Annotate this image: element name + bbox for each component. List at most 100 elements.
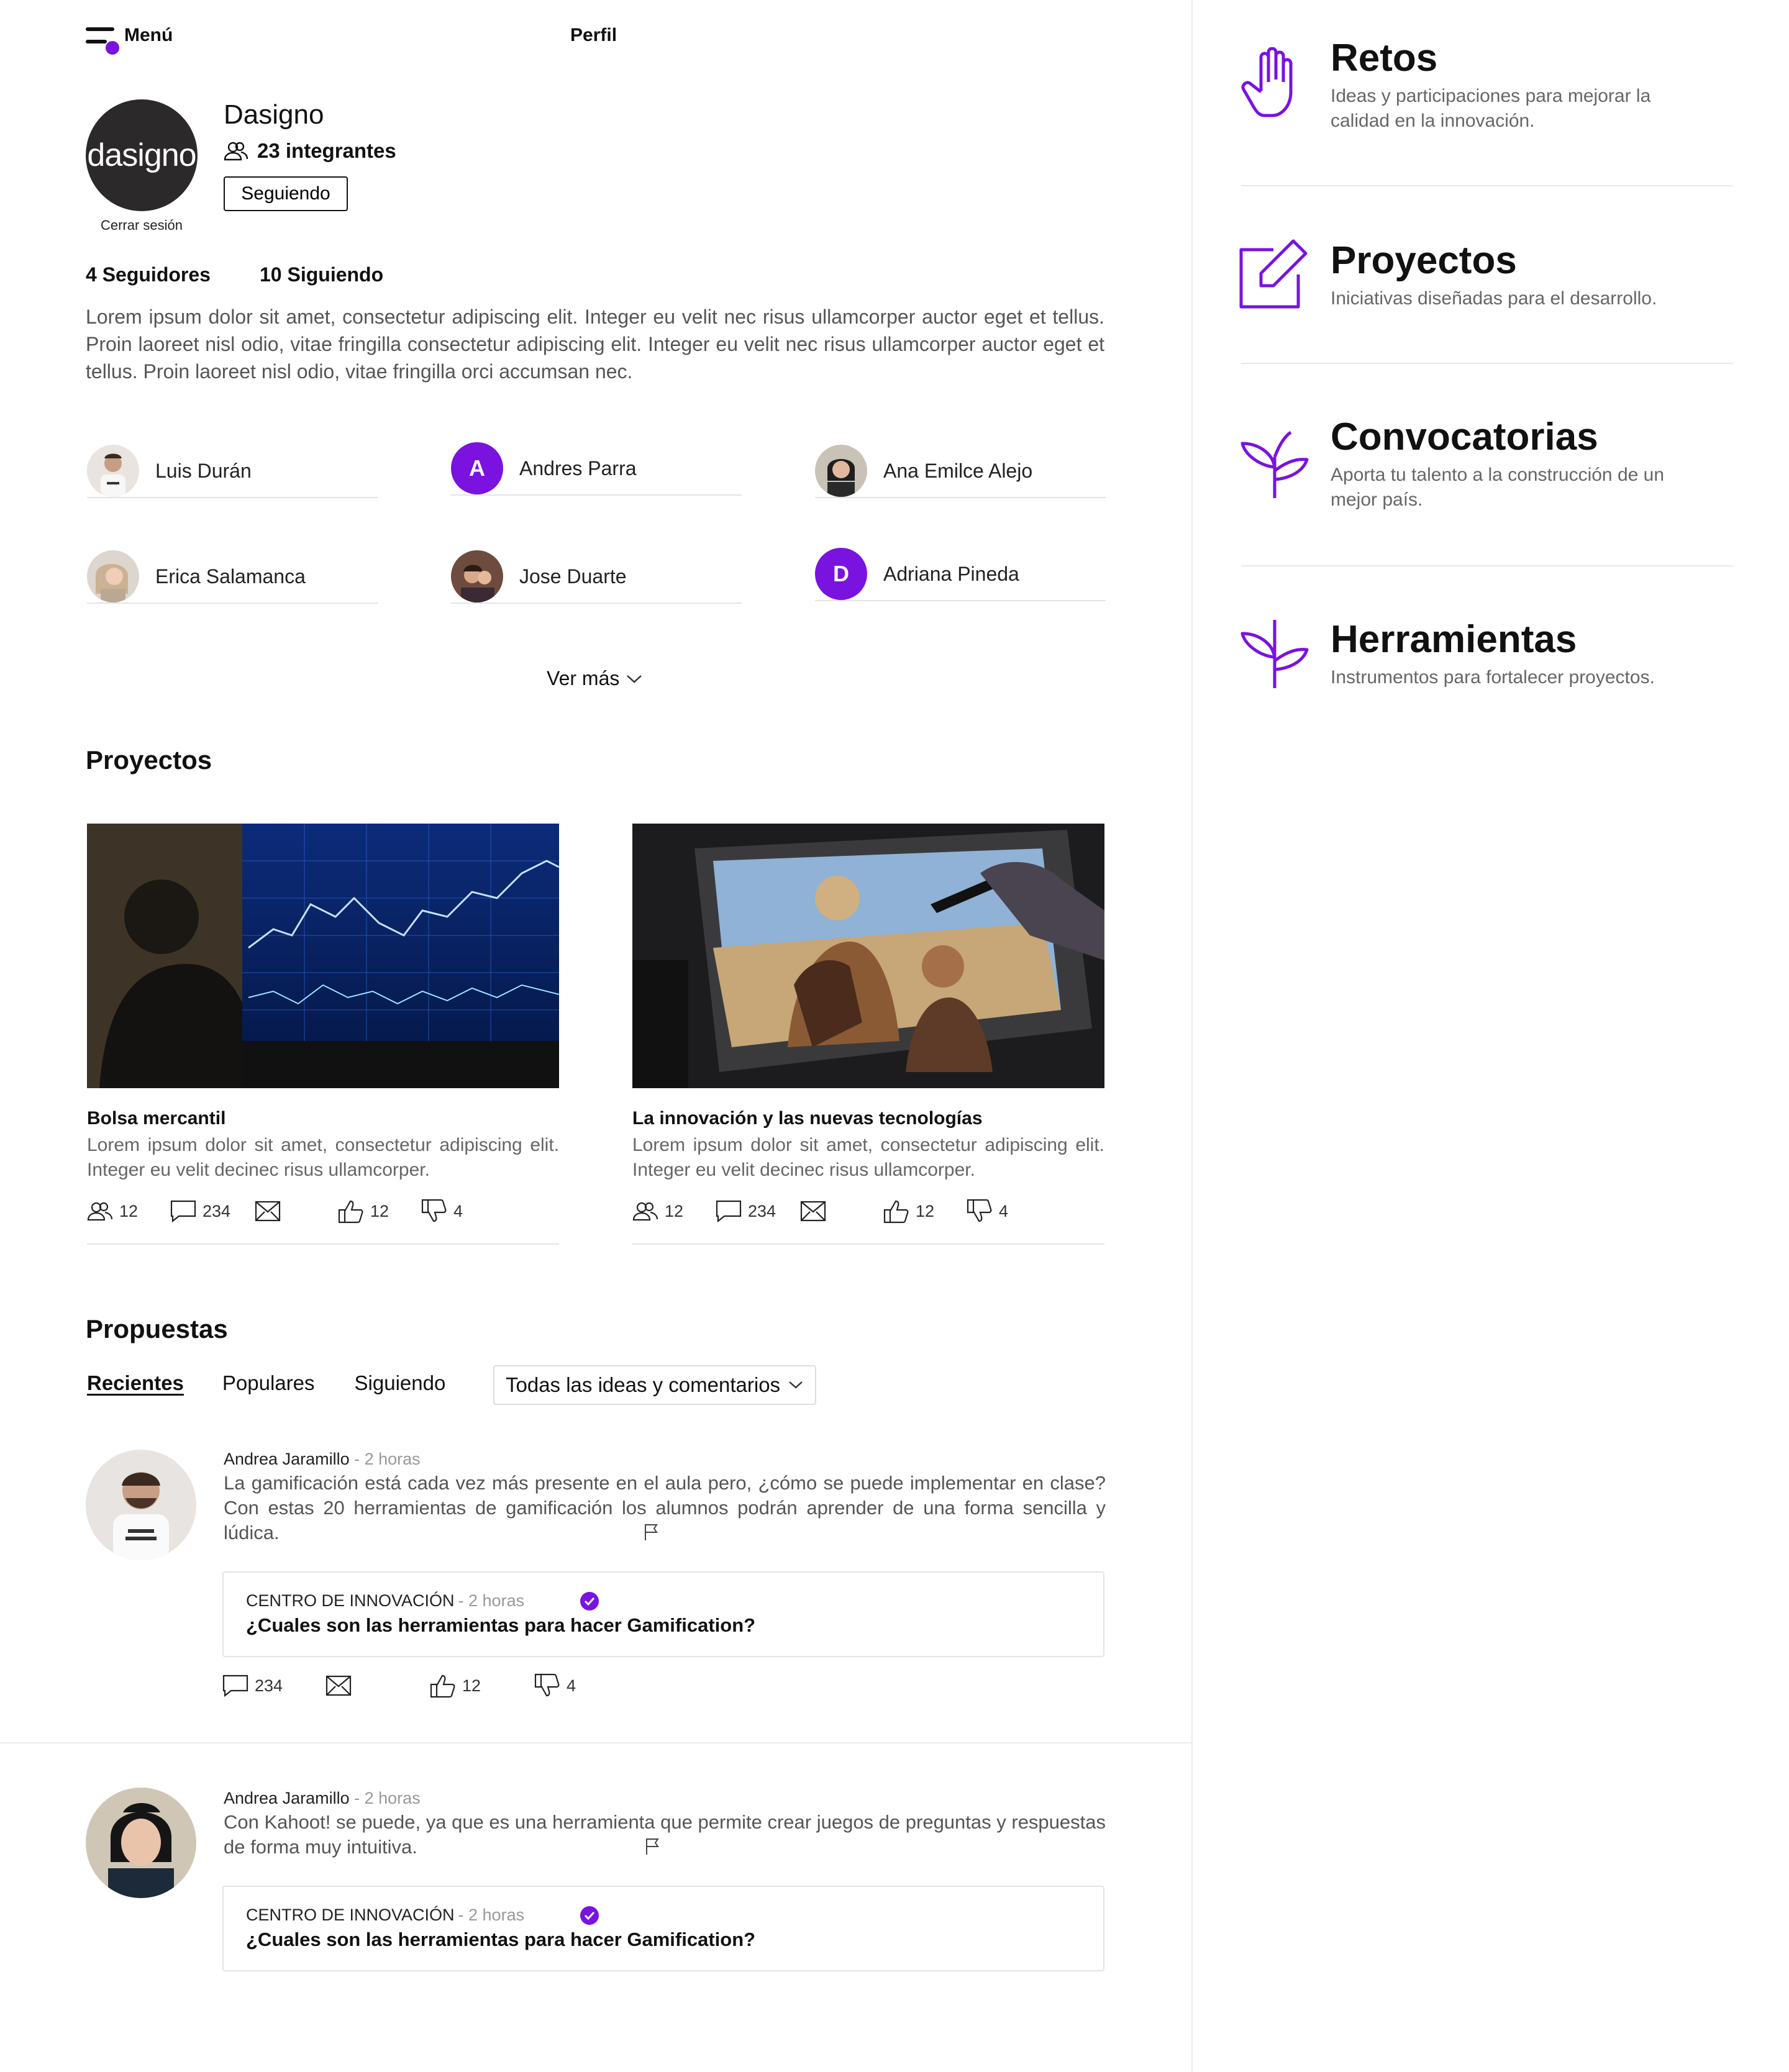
- menu-label[interactable]: Menú: [124, 25, 173, 46]
- thumbs-up-icon: [338, 1200, 363, 1224]
- thumbs-down-icon: [967, 1199, 992, 1222]
- share-button[interactable]: [800, 1201, 883, 1222]
- project-card[interactable]: La innovación y las nuevas tecnologías L…: [632, 824, 1104, 1245]
- column-divider: [1191, 0, 1193, 2072]
- thumbs-up-icon: [430, 1674, 455, 1698]
- dislike-button[interactable]: 4: [967, 1199, 1008, 1224]
- members-icon: [87, 1202, 113, 1221]
- sprout-icon: [1240, 620, 1309, 688]
- member-avatar: [451, 550, 503, 602]
- see-more-button[interactable]: Ver más: [547, 667, 643, 690]
- mail-icon: [255, 1201, 281, 1222]
- author-avatar[interactable]: [86, 1450, 196, 1560]
- member-name: Andres Parra: [519, 457, 637, 479]
- followers-count[interactable]: 4 Seguidores: [86, 263, 211, 286]
- filter-value: Todas las ideas y comentarios: [506, 1373, 781, 1396]
- flag-icon[interactable]: [644, 1523, 660, 1542]
- divider: [0, 1742, 1193, 1743]
- post-time: - 2 horas: [349, 1450, 421, 1468]
- flag-icon[interactable]: [645, 1837, 661, 1856]
- project-text: Lorem ipsum dolor sit amet, consectetur …: [632, 1135, 1104, 1180]
- chevron-down-icon: [627, 675, 642, 683]
- dislike-button[interactable]: 4: [421, 1199, 463, 1224]
- comments-stat[interactable]: 234: [222, 1674, 325, 1697]
- post-meta: Andrea Jaramillo - 2 horas: [224, 1450, 421, 1469]
- comments-stat[interactable]: 234: [716, 1200, 800, 1222]
- comments-count: 234: [203, 1201, 231, 1220]
- members-count: 12: [665, 1201, 684, 1220]
- members-count[interactable]: 23 integrantes: [224, 139, 396, 163]
- member-item[interactable]: Jose Duarte: [451, 550, 742, 604]
- author-avatar[interactable]: [86, 1788, 196, 1898]
- quote-time: - 2 horas: [458, 1906, 525, 1924]
- members-stat[interactable]: 12: [87, 1201, 170, 1221]
- members-icon: [632, 1202, 658, 1221]
- member-avatar: A: [451, 442, 503, 494]
- tab-recientes[interactable]: Recientes: [87, 1371, 184, 1395]
- category-title: Convocatorias: [1331, 416, 1598, 458]
- post-time: - 2 horas: [349, 1789, 421, 1807]
- like-button[interactable]: 12: [338, 1199, 421, 1224]
- member-name: Jose Duarte: [519, 565, 627, 588]
- post-actions: 234 12 4: [222, 1673, 576, 1698]
- quote-author: CENTRO DE INNOVACIÓN: [246, 1591, 455, 1610]
- member-avatar: [87, 445, 139, 497]
- category-retos[interactable]: Retos Ideas y participaciones para mejor…: [1331, 36, 1703, 134]
- tab-siguiendo[interactable]: Siguiendo: [355, 1371, 446, 1395]
- project-image[interactable]: [87, 824, 559, 1088]
- member-avatar: D: [815, 548, 867, 600]
- logout-link[interactable]: Cerrar sesión: [81, 217, 203, 234]
- verified-icon: [580, 1591, 599, 1611]
- thumbs-down-icon: [421, 1199, 447, 1222]
- edit-icon: [1239, 239, 1308, 309]
- category-herramientas[interactable]: Herramientas Instrumentos para fortalece…: [1331, 617, 1703, 690]
- like-button[interactable]: 12: [883, 1199, 967, 1224]
- divider: [1241, 565, 1733, 566]
- members-icon: [224, 142, 248, 161]
- comments-count: 234: [255, 1676, 283, 1695]
- category-convocatorias[interactable]: Convocatorias Aporta tu talento a la con…: [1331, 415, 1703, 512]
- member-avatar: [815, 445, 867, 497]
- member-item[interactable]: Erica Salamanca: [87, 550, 378, 604]
- projects-heading: Proyectos: [86, 745, 212, 775]
- member-name: Ana Emilce Alejo: [883, 459, 1033, 482]
- project-card[interactable]: Bolsa mercantil Lorem ipsum dolor sit am…: [87, 824, 559, 1245]
- org-logo: dasigno: [86, 99, 198, 211]
- post-text: Con Kahoot! se puede, ya que es una herr…: [224, 1811, 1106, 1858]
- category-proyectos[interactable]: Proyectos Iniciativas diseñadas para el …: [1331, 239, 1703, 311]
- menu-icon[interactable]: [86, 27, 119, 55]
- dislike-button[interactable]: 4: [534, 1673, 576, 1698]
- following-count[interactable]: 10 Siguiendo: [260, 263, 383, 286]
- member-item[interactable]: Luis Durán: [87, 445, 378, 498]
- quote-meta: CENTRO DE INNOVACIÓN - 2 horas: [246, 1906, 1081, 1925]
- tab-populares[interactable]: Populares: [222, 1371, 315, 1395]
- quote-title: ¿Cuales son las herramientas para hacer …: [246, 1614, 756, 1636]
- comments-stat[interactable]: 234: [170, 1200, 255, 1222]
- quote-time: - 2 horas: [458, 1591, 525, 1610]
- quoted-question[interactable]: CENTRO DE INNOVACIÓN - 2 horas ¿Cuales s…: [222, 1886, 1104, 1971]
- quoted-question[interactable]: CENTRO DE INNOVACIÓN - 2 horas ¿Cuales s…: [222, 1571, 1104, 1657]
- project-title[interactable]: Bolsa mercantil: [87, 1108, 559, 1129]
- project-image[interactable]: [632, 824, 1104, 1088]
- author-name[interactable]: Andrea Jaramillo: [224, 1789, 350, 1807]
- category-title: Retos: [1331, 37, 1438, 80]
- page-title: Perfil: [570, 25, 617, 45]
- member-item[interactable]: D Adriana Pineda: [815, 548, 1106, 601]
- member-name: Luis Durán: [155, 459, 252, 482]
- project-title[interactable]: La innovación y las nuevas tecnologías: [632, 1108, 1104, 1129]
- follow-button[interactable]: Seguiendo: [224, 176, 348, 211]
- share-button[interactable]: [325, 1675, 430, 1696]
- member-item[interactable]: A Andres Parra: [451, 442, 742, 496]
- member-item[interactable]: Ana Emilce Alejo: [815, 445, 1106, 498]
- filter-select[interactable]: Todas las ideas y comentarios: [493, 1365, 816, 1405]
- org-name: Dasigno: [224, 99, 324, 130]
- sprout-icon: [1240, 430, 1309, 498]
- comments-count: 234: [748, 1201, 776, 1220]
- members-stat[interactable]: 12: [632, 1201, 716, 1221]
- likes-count: 12: [462, 1676, 481, 1695]
- comment-icon: [170, 1200, 196, 1222]
- share-button[interactable]: [255, 1201, 338, 1222]
- like-button[interactable]: 12: [430, 1673, 534, 1698]
- author-name[interactable]: Andrea Jaramillo: [224, 1450, 350, 1468]
- member-name: Erica Salamanca: [155, 565, 306, 588]
